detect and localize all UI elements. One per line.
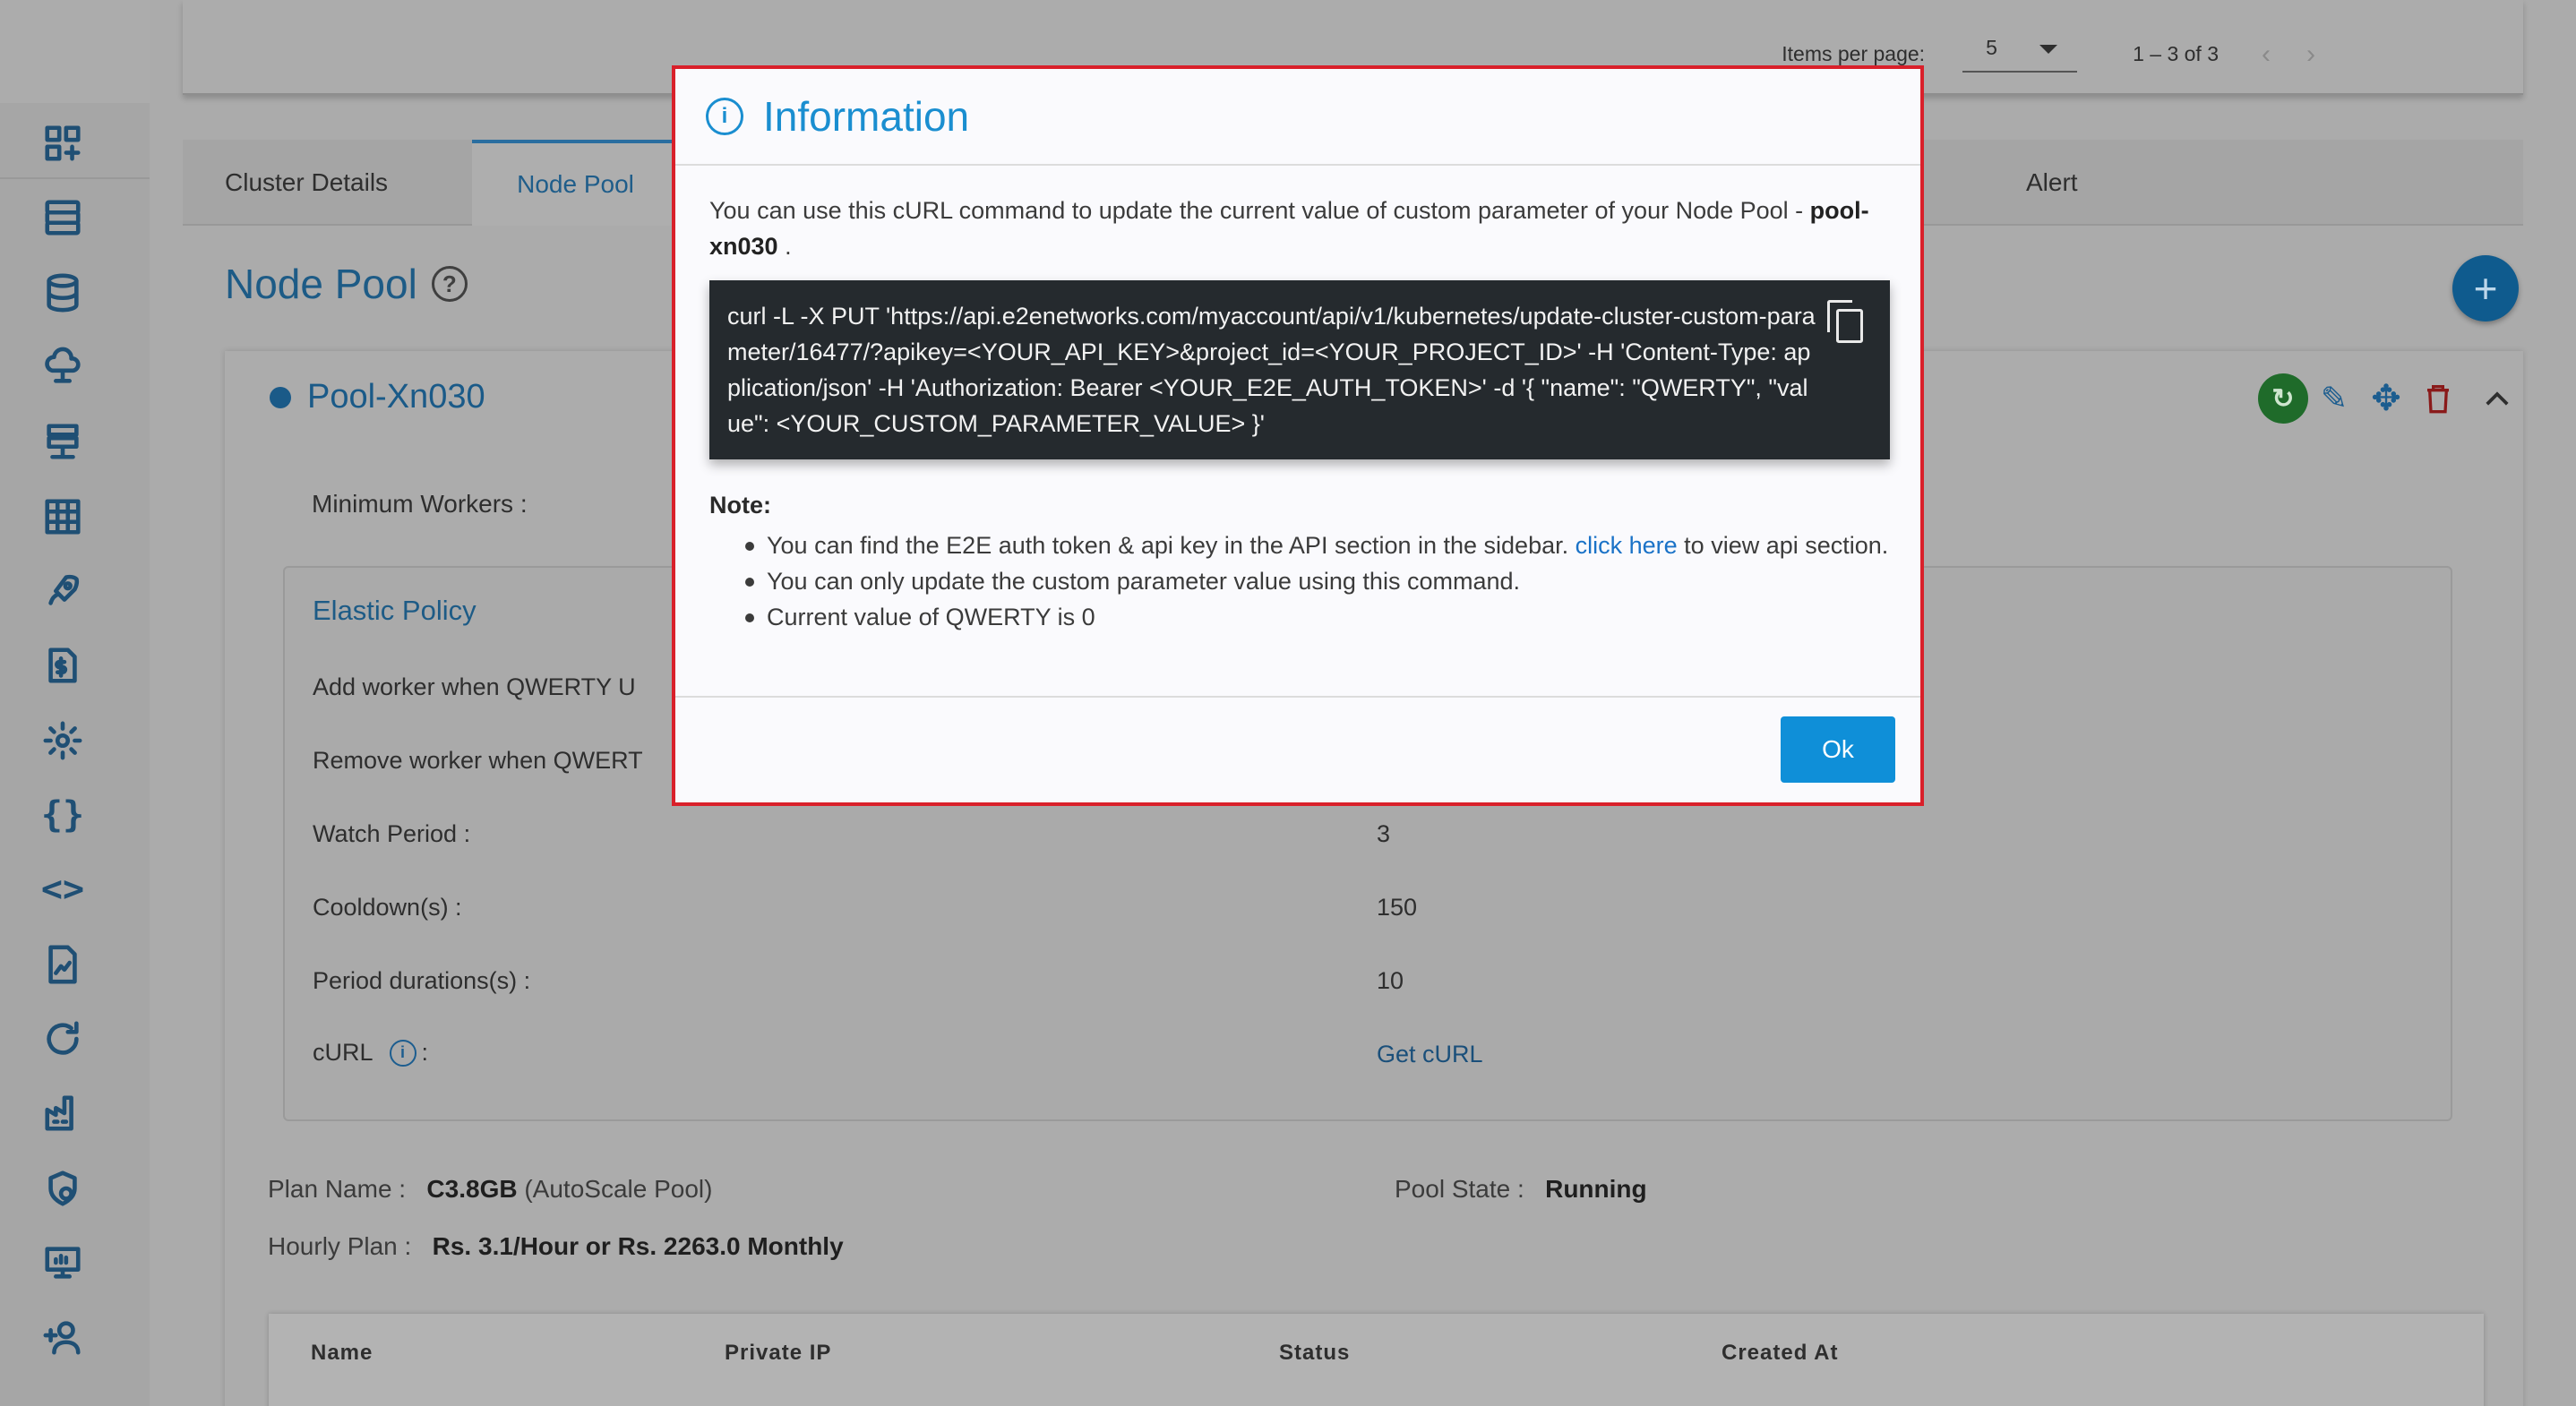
dialog-footer-divider: [675, 696, 1920, 698]
pool-state-value: Running: [1545, 1175, 1647, 1203]
cooldown-label: Cooldown(s) :: [313, 894, 462, 921]
plan-name-row: Plan Name : C3.8GB (AutoScale Pool): [268, 1175, 712, 1204]
note1-text: You can find the E2E auth token & api ke…: [767, 532, 1576, 559]
column-header-name: Name: [311, 1341, 374, 1365]
security-icon[interactable]: [40, 1166, 85, 1211]
cloud-icon[interactable]: [40, 345, 85, 390]
pool-name: Pool-Xn030: [270, 378, 485, 416]
note-list: You can find the E2E auth token & api ke…: [745, 527, 1895, 635]
info-icon: i: [706, 98, 743, 135]
add-worker-label: Add worker when QWERTY U: [313, 673, 636, 700]
edit-icon[interactable]: ✎: [2308, 373, 2360, 424]
chevron-down-icon: [2039, 45, 2058, 54]
note-item: You can only update the custom parameter…: [745, 563, 1895, 599]
braces-icon[interactable]: {}: [40, 793, 85, 837]
hourly-plan-row: Hourly Plan : Rs. 3.1/Hour or Rs. 2263.0…: [268, 1232, 844, 1261]
tab-cluster-details[interactable]: Cluster Details: [225, 140, 388, 226]
ok-button[interactable]: Ok: [1781, 716, 1895, 783]
network-icon[interactable]: [40, 419, 85, 464]
move-icon[interactable]: ✥: [2360, 373, 2412, 424]
nodes-table-header: Name Private IP Status Created At: [269, 1314, 2484, 1406]
grid-icon[interactable]: [40, 494, 85, 539]
collapse-icon[interactable]: [2471, 373, 2523, 424]
hourly-plan-label: Hourly Plan :: [268, 1232, 412, 1260]
tab-alert[interactable]: Alert: [2026, 140, 2078, 226]
sidebar-divider: [0, 177, 150, 179]
info-icon[interactable]: i: [389, 1039, 416, 1067]
pool-status-dot: [270, 386, 291, 408]
items-per-page-select[interactable]: 5: [1962, 36, 2078, 73]
help-icon[interactable]: ?: [431, 266, 468, 302]
min-workers-label: Minimum Workers :: [312, 490, 528, 518]
column-header-created-at: Created At: [1722, 1341, 1839, 1365]
curl-command[interactable]: curl -L -X PUT 'https://api.e2enetworks.…: [727, 298, 1818, 442]
hourly-plan-value: Rs. 3.1/Hour or Rs. 2263.0 Monthly: [432, 1232, 844, 1260]
elastic-policy-title: Elastic Policy: [313, 595, 477, 626]
period-durations-value: 10: [1377, 967, 1404, 994]
plan-name-value: C3.8GB: [426, 1175, 518, 1203]
sidebar-header: [0, 0, 150, 103]
column-header-private-ip: Private IP: [725, 1341, 832, 1365]
remove-worker-label: Remove worker when QWERT: [313, 747, 643, 774]
dashboard-add-icon[interactable]: [40, 121, 85, 166]
dialog-description: You can use this cURL command to update …: [709, 193, 1892, 264]
items-per-page-label: Items per page:: [1782, 42, 1926, 65]
watch-period-value: 3: [1377, 820, 1391, 847]
note-item: You can find the E2E auth token & api ke…: [745, 527, 1895, 563]
page-range: 1 – 3 of 3: [2133, 42, 2219, 65]
code-icon[interactable]: <>: [40, 867, 85, 912]
items-per-page-value: 5: [1986, 36, 1997, 59]
plan-name-suffix: (AutoScale Pool): [524, 1175, 713, 1203]
next-page-button[interactable]: ›: [2306, 39, 2315, 70]
monitor-icon[interactable]: [40, 1240, 85, 1285]
cooldown-value: 150: [1377, 894, 1418, 921]
plan-name-label: Plan Name :: [268, 1175, 407, 1203]
add-user-icon[interactable]: [40, 1315, 85, 1359]
rocket-icon[interactable]: [40, 569, 85, 613]
file-chart-icon[interactable]: [40, 942, 85, 987]
curl-colon: :: [421, 1039, 429, 1066]
information-dialog: i Information You can use this cURL comm…: [672, 65, 1924, 806]
tab-node-pool[interactable]: Node Pool: [472, 140, 679, 226]
page-title: Node Pool ?: [225, 260, 468, 308]
pool-actions: ↻ ✎ ✥: [2258, 373, 2523, 424]
pool-name-text: Pool-Xn030: [307, 378, 485, 416]
settings-icon[interactable]: [40, 718, 85, 763]
description-text: You can use this cURL command to update …: [709, 197, 1810, 224]
dialog-header: i Information: [675, 69, 1920, 166]
note1-suffix: to view api section.: [1677, 532, 1889, 559]
code-glyph: <>: [40, 869, 85, 910]
pool-state-row: Pool State : Running: [1395, 1175, 1647, 1204]
sidebar: {} <>: [0, 0, 150, 1406]
pool-state-label: Pool State :: [1395, 1175, 1524, 1203]
get-curl-link[interactable]: Get cURL: [1377, 1041, 1483, 1068]
curl-code-block: curl -L -X PUT 'https://api.e2enetworks.…: [709, 280, 1890, 459]
braces-glyph: {}: [40, 794, 85, 836]
add-node-pool-button[interactable]: +: [2452, 255, 2519, 321]
click-here-link[interactable]: click here: [1576, 532, 1678, 559]
description-suffix: .: [777, 233, 792, 260]
dialog-title: Information: [763, 93, 970, 140]
period-durations-label: Period durations(s) :: [313, 967, 531, 994]
server-icon[interactable]: [40, 195, 85, 240]
watch-period-label: Watch Period :: [313, 820, 471, 847]
note-label: Note:: [709, 492, 771, 519]
prev-page-button[interactable]: ‹: [2262, 39, 2271, 70]
delete-icon[interactable]: [2412, 373, 2464, 424]
database-icon[interactable]: [40, 270, 85, 315]
billing-icon[interactable]: [40, 643, 85, 688]
column-header-status: Status: [1279, 1341, 1351, 1365]
curl-label: cURL: [313, 1039, 374, 1066]
refresh-bubble-icon[interactable]: [40, 1016, 85, 1061]
copy-icon[interactable]: [1827, 300, 1867, 343]
curl-row: cURL i :: [313, 1039, 428, 1067]
sync-icon[interactable]: ↻: [2258, 373, 2308, 424]
note-item: Current value of QWERTY is 0: [745, 599, 1895, 635]
page-title-text: Node Pool: [225, 261, 417, 307]
factory-icon[interactable]: [40, 1091, 85, 1136]
